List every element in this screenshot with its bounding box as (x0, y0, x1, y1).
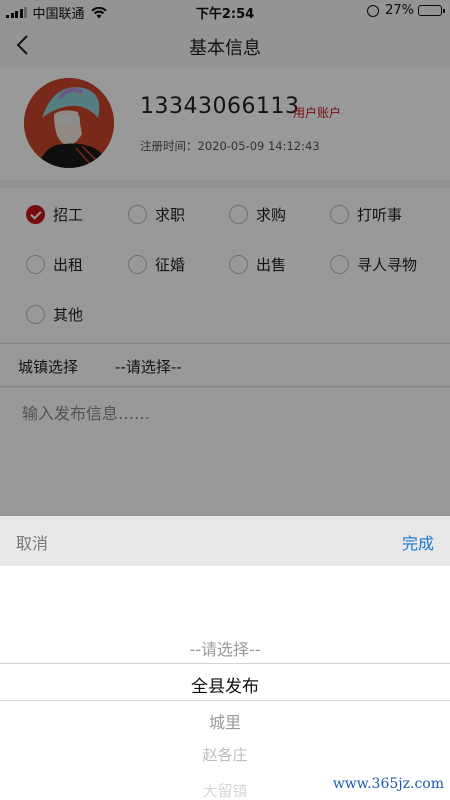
done-button[interactable]: 完成 (402, 530, 434, 554)
town-picker[interactable]: --请选择-- 全县发布 城里 赵各庄 大留镇 www.365jz.com (0, 566, 450, 800)
watermark: www.365jz.com (332, 776, 444, 792)
picker-selection-bottom-line (0, 700, 450, 701)
picker-option[interactable]: 城里 (0, 709, 450, 733)
picker-option[interactable]: --请选择-- (0, 636, 450, 660)
picker-option-selected[interactable]: 全县发布 (0, 672, 450, 697)
picker-option[interactable]: 赵各庄 (0, 744, 450, 765)
cancel-button[interactable]: 取消 (16, 530, 48, 554)
modal-overlay[interactable] (0, 0, 450, 516)
picker-toolbar: 取消 完成 (0, 516, 450, 566)
picker-selection-top-line (0, 663, 450, 664)
